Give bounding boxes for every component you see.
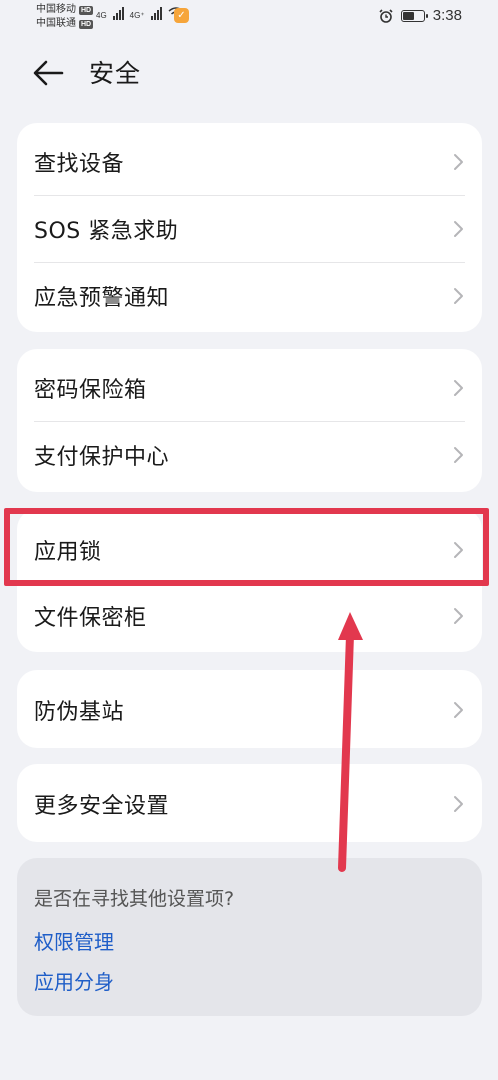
more-security-settings-item[interactable]: 更多安全设置 [17, 770, 482, 837]
hd-badge: HD [79, 19, 94, 29]
chevron-right-icon [454, 220, 463, 237]
item-label: 支付保护中心 [34, 444, 170, 470]
clock-time: 3:38 [432, 7, 462, 24]
notification-app-icon: ✓ [174, 8, 189, 23]
app-twin-link[interactable]: 应用分身 [34, 966, 114, 995]
chevron-right-icon [454, 446, 463, 463]
network-type-1: 4G [96, 11, 107, 20]
chevron-right-icon [454, 153, 463, 170]
chevron-right-icon [454, 607, 463, 624]
find-device-item[interactable]: 查找设备 [17, 128, 482, 195]
carrier-info: 中国移动 HD 中国联通 HD [36, 3, 94, 31]
carrier-1-label: 中国移动 [36, 4, 76, 15]
item-label: 应急预警通知 [34, 285, 170, 311]
app-header: 安全 [0, 50, 498, 96]
permission-management-link[interactable]: 权限管理 [34, 926, 114, 955]
settings-group-1: 查找设备 SOS 紧急求助 应急预警通知 [17, 123, 482, 332]
settings-group-4: 防伪基站 [17, 670, 482, 748]
item-label: SOS 紧急求助 [34, 218, 179, 244]
signal-indicators: 4G 4G⁺ [96, 6, 184, 20]
suggestions-title: 是否在寻找其他设置项? [34, 888, 235, 910]
status-bar: 中国移动 HD 中国联通 HD 4G 4G⁺ ✓ 3:38 [0, 0, 498, 34]
security-settings-screen: 中国移动 HD 中国联通 HD 4G 4G⁺ ✓ 3:38 安全 查找设备 SO… [0, 0, 498, 1080]
signal-bars-icon [112, 6, 124, 20]
item-label: 更多安全设置 [34, 793, 170, 819]
file-safe-item[interactable]: 文件保密柜 [17, 582, 482, 649]
password-vault-item[interactable]: 密码保险箱 [17, 354, 482, 421]
chevron-right-icon [454, 795, 463, 812]
alarm-clock-icon [379, 8, 393, 23]
fake-base-station-item[interactable]: 防伪基站 [17, 676, 482, 743]
suggestions-card: 是否在寻找其他设置项? 权限管理 应用分身 [17, 858, 482, 1016]
sos-emergency-item[interactable]: SOS 紧急求助 [17, 195, 482, 262]
signal-bars-icon [150, 6, 162, 20]
arrow-left-icon [33, 60, 64, 86]
network-type-2: 4G⁺ [129, 11, 145, 20]
status-right: 3:38 [379, 7, 462, 24]
chevron-right-icon [454, 701, 463, 718]
hd-badge: HD [79, 5, 94, 15]
chevron-right-icon [454, 379, 463, 396]
item-label: 文件保密柜 [34, 605, 147, 631]
settings-group-2: 密码保险箱 支付保护中心 [17, 349, 482, 492]
chevron-right-icon [454, 287, 463, 304]
item-label: 密码保险箱 [34, 377, 147, 403]
highlight-box [4, 508, 489, 586]
carrier-2-label: 中国联通 [36, 18, 76, 29]
payment-protection-item[interactable]: 支付保护中心 [17, 421, 482, 488]
battery-icon [400, 9, 428, 22]
emergency-alert-item[interactable]: 应急预警通知 [17, 262, 482, 329]
page-title: 安全 [89, 59, 142, 88]
settings-group-5: 更多安全设置 [17, 764, 482, 842]
item-label: 防伪基站 [34, 699, 125, 725]
item-label: 查找设备 [34, 151, 125, 177]
back-button[interactable] [30, 56, 70, 90]
